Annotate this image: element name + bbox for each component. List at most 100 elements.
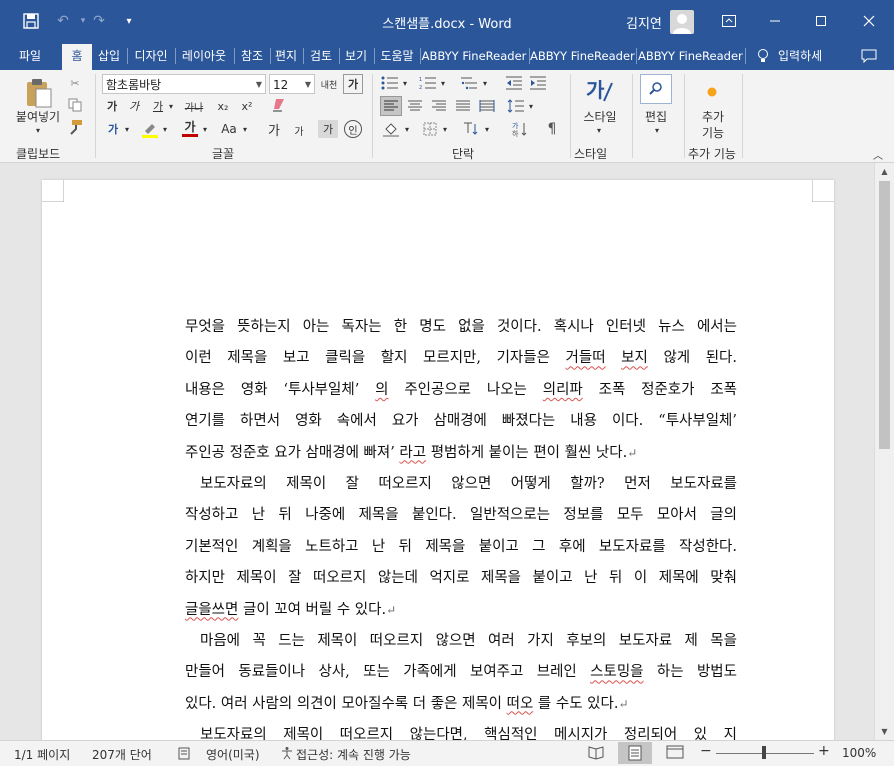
numbering-dropdown-icon[interactable]: ▾ — [438, 74, 448, 92]
sort-icon[interactable]: 가하 — [510, 120, 530, 138]
styles-dropdown-icon[interactable]: ▾ — [592, 124, 606, 136]
tab-file[interactable]: 파일 — [10, 42, 50, 70]
format-painter-icon[interactable] — [66, 118, 84, 136]
font-color-icon[interactable]: 가 — [180, 118, 200, 138]
tab-references[interactable]: 참조 — [236, 42, 268, 70]
accessibility-status[interactable]: 접근성: 계속 진행 가능 — [296, 746, 411, 763]
page-count[interactable]: 1/1 페이지 — [14, 746, 70, 763]
tab-abbyy-finereader-3[interactable]: ABBYY FineReader — [638, 42, 743, 70]
bold-icon[interactable]: 가 — [104, 98, 120, 114]
underline-icon[interactable]: 가 — [150, 98, 166, 114]
shading-dropdown-icon[interactable]: ▾ — [402, 120, 412, 138]
tab-design[interactable]: 디자인 — [129, 42, 173, 70]
styles-icon[interactable]: 가 — [582, 74, 616, 106]
text-direction-icon[interactable] — [460, 120, 482, 138]
tab-home[interactable]: 홈 — [62, 44, 92, 70]
copy-icon[interactable] — [66, 96, 84, 114]
paste-dropdown-icon[interactable]: ▾ — [30, 124, 46, 136]
search-icon[interactable] — [640, 74, 672, 104]
distributed-icon[interactable] — [476, 96, 498, 116]
ribbon-display-options-icon[interactable] — [706, 0, 752, 42]
tab-mailings[interactable]: 편지 — [272, 42, 300, 70]
zoom-in-button[interactable]: + — [818, 743, 830, 759]
accessibility-icon[interactable] — [280, 746, 294, 763]
paste-icon[interactable] — [18, 76, 58, 110]
add-ins-label-line1[interactable]: 추가 — [692, 108, 734, 124]
language-status[interactable]: 영어(미국) — [206, 746, 260, 763]
document-page[interactable]: 무엇을 뜻하는지 아는 독자는 한 명도 없을 것이다. 혹시나 인터넷 뉴스 … — [42, 180, 834, 740]
superscript-icon[interactable]: x² — [238, 98, 256, 114]
zoom-level[interactable]: 100% — [842, 746, 876, 760]
align-right-icon[interactable] — [428, 96, 450, 116]
text-effects-dropdown-icon[interactable]: ▾ — [122, 120, 132, 138]
tab-view[interactable]: 보기 — [340, 42, 372, 70]
highlight-color-icon[interactable] — [140, 120, 160, 138]
font-color-dropdown-icon[interactable]: ▾ — [200, 120, 210, 138]
user-name[interactable]: 김지연 — [626, 13, 662, 32]
decrease-indent-icon[interactable] — [504, 74, 524, 92]
multilevel-dropdown-icon[interactable]: ▾ — [480, 74, 490, 92]
font-size-combo[interactable]: 12 ▼ — [269, 74, 315, 94]
increase-indent-icon[interactable] — [528, 74, 548, 92]
editing-button[interactable]: 편집 — [636, 108, 676, 124]
line-spacing-icon[interactable] — [506, 96, 526, 116]
subscript-icon[interactable]: x₂ — [214, 98, 232, 114]
text-effects-icon[interactable]: 가 — [104, 120, 122, 138]
align-center-icon[interactable] — [404, 96, 426, 116]
tell-me-input[interactable]: 입력하세 — [778, 42, 834, 70]
line-spacing-dropdown-icon[interactable]: ▾ — [526, 96, 536, 116]
bullets-icon[interactable] — [380, 74, 400, 92]
strikethrough-icon[interactable]: 가나 — [182, 98, 206, 114]
lightbulb-icon[interactable] — [752, 42, 774, 70]
paste-button[interactable]: 붙여넣기 — [8, 108, 68, 124]
cut-icon[interactable]: ✂ — [66, 74, 84, 92]
word-count[interactable]: 207개 단어 — [92, 746, 152, 763]
grow-font-icon[interactable]: 가 — [264, 120, 284, 139]
borders-dropdown-icon[interactable]: ▾ — [440, 120, 450, 138]
tab-insert[interactable]: 삽입 — [94, 42, 124, 70]
borders-icon[interactable] — [420, 120, 440, 138]
change-case-icon[interactable]: Aa — [218, 120, 240, 138]
print-layout-icon[interactable] — [618, 742, 652, 764]
proofing-icon[interactable] — [178, 746, 192, 763]
scroll-down-icon[interactable]: ▼ — [875, 723, 894, 739]
justify-icon[interactable] — [452, 96, 474, 116]
tab-review[interactable]: 검토 — [305, 42, 337, 70]
vertical-scrollbar[interactable]: ▲ ▼ — [874, 163, 894, 740]
comments-icon[interactable] — [856, 42, 882, 70]
highlight-dropdown-icon[interactable]: ▾ — [160, 120, 170, 138]
font-name-combo[interactable]: 함초롬바탕 ▼ — [102, 74, 266, 94]
styles-button[interactable]: 스타일 — [578, 108, 622, 124]
align-left-icon[interactable] — [380, 96, 402, 116]
add-ins-label-line2[interactable]: 기능 — [692, 124, 734, 140]
font-size-dropdown-icon[interactable]: ▼ — [305, 75, 311, 95]
numbering-icon[interactable]: 12 — [418, 74, 438, 92]
avatar[interactable] — [670, 10, 694, 34]
web-layout-icon[interactable] — [666, 744, 684, 763]
tab-abbyy-finereader-2[interactable]: ABBYY FineReader — [530, 42, 635, 70]
zoom-out-button[interactable]: − — [700, 743, 712, 759]
multilevel-list-icon[interactable] — [458, 74, 480, 92]
tab-help[interactable]: 도움말 — [376, 42, 418, 70]
document-area[interactable]: 무엇을 뜻하는지 아는 독자는 한 명도 없을 것이다. 혹시나 인터넷 뉴스 … — [0, 163, 874, 740]
collapse-ribbon-icon[interactable]: ︿ — [870, 148, 886, 162]
shrink-font-icon[interactable]: 가 — [290, 122, 308, 138]
show-marks-icon[interactable]: ¶ — [542, 120, 562, 138]
bullets-dropdown-icon[interactable]: ▾ — [400, 74, 410, 92]
editing-dropdown-icon[interactable]: ▾ — [650, 124, 664, 136]
phonetic-guide-icon[interactable]: 내천 — [318, 74, 340, 94]
close-button[interactable] — [846, 0, 892, 42]
clear-formatting-icon[interactable] — [268, 96, 290, 114]
font-name-dropdown-icon[interactable]: ▼ — [256, 75, 262, 95]
underline-dropdown-icon[interactable]: ▾ — [166, 98, 176, 114]
read-mode-icon[interactable] — [588, 744, 604, 763]
zoom-slider-thumb[interactable] — [762, 746, 766, 759]
tab-abbyy-finereader-1[interactable]: ABBYY FineReader — [421, 42, 527, 70]
enclose-characters-icon[interactable]: 인 — [344, 120, 362, 138]
scroll-up-icon[interactable]: ▲ — [875, 163, 894, 179]
minimize-button[interactable] — [752, 0, 798, 42]
tab-layout[interactable]: 레이아웃 — [177, 42, 231, 70]
scrollbar-thumb[interactable] — [879, 181, 890, 449]
document-body[interactable]: 무엇을 뜻하는지 아는 독자는 한 명도 없을 것이다. 혹시나 인터넷 뉴스 … — [185, 312, 737, 740]
char-shading-icon[interactable]: 가 — [318, 120, 338, 138]
